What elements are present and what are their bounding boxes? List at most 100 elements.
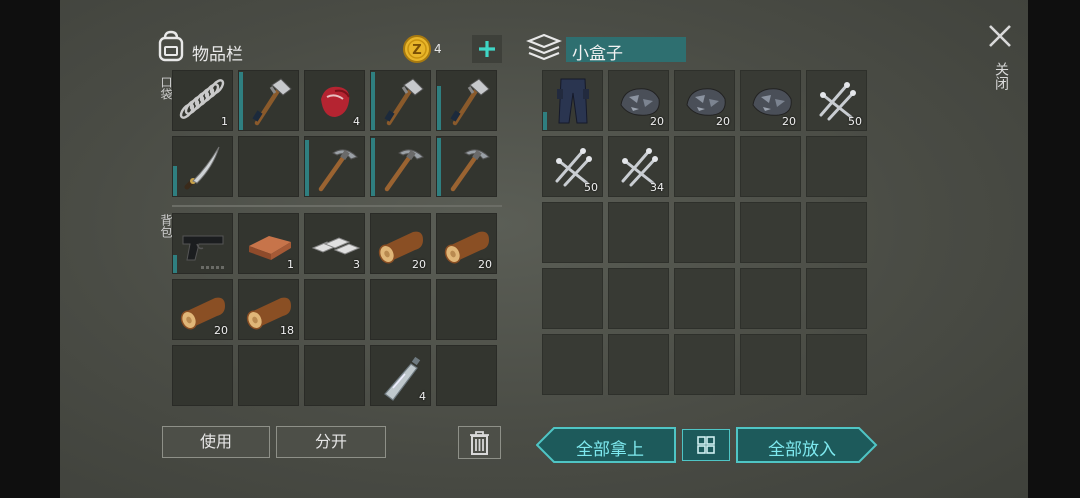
- item-quantity: 1: [287, 258, 294, 271]
- coin-icon[interactable]: Z: [402, 34, 432, 64]
- backpack-slot[interactable]: [304, 345, 365, 406]
- pistol-icon: [182, 235, 224, 269]
- box-slot[interactable]: [608, 268, 669, 329]
- backpack-slot[interactable]: [172, 213, 233, 274]
- pocket-slot[interactable]: [436, 70, 497, 131]
- use-button[interactable]: 使用: [162, 426, 270, 458]
- box-slot[interactable]: 20: [740, 70, 801, 131]
- durability-bar: [305, 140, 309, 196]
- trash-button[interactable]: [458, 426, 501, 459]
- box-slot[interactable]: [674, 202, 735, 263]
- item-quantity: 20: [478, 258, 492, 271]
- item-quantity: 18: [280, 324, 294, 337]
- item-quantity: 20: [412, 258, 426, 271]
- pickaxe-icon: [384, 149, 424, 192]
- item-quantity: 20: [214, 324, 228, 337]
- backpack-slot[interactable]: 4: [370, 345, 431, 406]
- backpack-slot[interactable]: 20: [436, 213, 497, 274]
- item-quantity: 3: [353, 258, 360, 271]
- box-slot[interactable]: 50: [806, 70, 867, 131]
- backpack-slot[interactable]: 1: [238, 213, 299, 274]
- backpack-slot[interactable]: [172, 345, 233, 406]
- durability-bar: [437, 86, 441, 130]
- box-stack-icon: [526, 33, 562, 61]
- durability-bar: [239, 72, 243, 130]
- close-icon: [989, 25, 1011, 47]
- pocket-slot[interactable]: [436, 136, 497, 197]
- item-quantity: 20: [650, 115, 664, 128]
- box-slot[interactable]: 50: [542, 136, 603, 197]
- close-button[interactable]: 关闭: [980, 20, 1020, 104]
- item-quantity: 1: [221, 115, 228, 128]
- put-all-button[interactable]: 全部放入: [736, 427, 878, 463]
- inventory-title: 物品栏: [192, 45, 243, 65]
- box-slot[interactable]: 34: [608, 136, 669, 197]
- pickaxe-icon: [450, 149, 490, 192]
- box-title: 小盒子: [572, 44, 623, 64]
- backpack-slot[interactable]: [436, 279, 497, 340]
- plus-icon: [479, 41, 495, 57]
- backpack-slot[interactable]: 3: [304, 213, 365, 274]
- backpack-slot[interactable]: [436, 345, 497, 406]
- backpack-slot[interactable]: [304, 279, 365, 340]
- box-slot[interactable]: [608, 334, 669, 395]
- pants-icon: [557, 78, 589, 124]
- box-slot[interactable]: [740, 136, 801, 197]
- box-title-field[interactable]: 小盒子: [566, 37, 686, 64]
- item-quantity: 50: [848, 115, 862, 128]
- box-slot[interactable]: [740, 334, 801, 395]
- box-slot[interactable]: [542, 334, 603, 395]
- box-slot[interactable]: [674, 136, 735, 197]
- box-slot[interactable]: [740, 202, 801, 263]
- item-quantity: 4: [419, 390, 426, 403]
- backpack-slot[interactable]: 20: [370, 213, 431, 274]
- pocket-slot[interactable]: [238, 70, 299, 131]
- game-screen: 物品栏 Z 4 口袋 背包 14 1 3 20 20 20 18 4 使用 分开 小盒子 2…: [60, 0, 1028, 498]
- backpack-slot[interactable]: [370, 279, 431, 340]
- sort-button[interactable]: [682, 429, 730, 461]
- item-quantity: 34: [650, 181, 664, 194]
- box-slot[interactable]: 20: [674, 70, 735, 131]
- pocket-slot[interactable]: [370, 70, 431, 131]
- backpack-slot[interactable]: [238, 345, 299, 406]
- backpack-slot[interactable]: 20: [172, 279, 233, 340]
- pocket-slot[interactable]: [304, 136, 365, 197]
- pocket-slot[interactable]: 4: [304, 70, 365, 131]
- item-quantity: 20: [782, 115, 796, 128]
- hatchet-icon: [384, 78, 424, 126]
- machete-icon: [184, 146, 220, 190]
- pocket-divider: [172, 205, 502, 207]
- coin-count: 4: [434, 42, 442, 56]
- item-quantity: 50: [584, 181, 598, 194]
- box-slot[interactable]: [542, 70, 603, 131]
- close-label: 关闭: [993, 62, 1009, 90]
- take-all-button[interactable]: 全部拿上: [536, 427, 676, 463]
- durability-bar: [371, 72, 375, 130]
- box-slot[interactable]: [674, 268, 735, 329]
- box-slot[interactable]: [542, 268, 603, 329]
- pocket-slot[interactable]: 1: [172, 70, 233, 131]
- box-slot[interactable]: [740, 268, 801, 329]
- backpack-slot[interactable]: 18: [238, 279, 299, 340]
- box-slot[interactable]: [806, 334, 867, 395]
- item-quantity: 20: [716, 115, 730, 128]
- hatchet-icon: [252, 78, 292, 126]
- durability-bar: [173, 166, 177, 196]
- svg-text:Z: Z: [412, 43, 421, 58]
- split-button[interactable]: 分开: [276, 426, 386, 458]
- box-slot[interactable]: [542, 202, 603, 263]
- pocket-slot[interactable]: [172, 136, 233, 197]
- add-coins-button[interactable]: [472, 35, 502, 63]
- box-slot[interactable]: [608, 202, 669, 263]
- pocket-slot[interactable]: [370, 136, 431, 197]
- box-slot[interactable]: [806, 202, 867, 263]
- durability-bar: [437, 138, 441, 196]
- hatchet-icon: [450, 78, 490, 126]
- grid-sort-icon: [697, 436, 715, 454]
- box-slot[interactable]: [806, 268, 867, 329]
- put-all-label: 全部放入: [768, 440, 836, 460]
- box-slot[interactable]: 20: [608, 70, 669, 131]
- box-slot[interactable]: [674, 334, 735, 395]
- box-slot[interactable]: [806, 136, 867, 197]
- pocket-slot[interactable]: [238, 136, 299, 197]
